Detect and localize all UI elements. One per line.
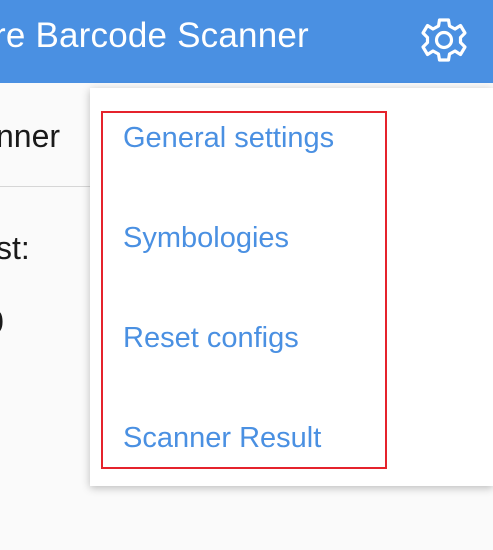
background-list-item: nner <box>0 118 61 154</box>
app-bar: re Barcode Scanner <box>0 0 493 83</box>
app-title: re Barcode Scanner <box>0 16 309 55</box>
screen: re Barcode Scanner nner st: 0 General se… <box>0 0 493 550</box>
overflow-menu: General settings Symbologies Reset confi… <box>90 88 493 486</box>
menu-item-scanner-result[interactable]: Scanner Result <box>123 422 321 455</box>
menu-item-reset-configs[interactable]: Reset configs <box>123 322 299 355</box>
menu-item-symbologies[interactable]: Symbologies <box>123 222 289 255</box>
background-value: 0 <box>0 304 4 341</box>
gear-icon <box>421 18 467 62</box>
menu-item-general-settings[interactable]: General settings <box>123 122 334 155</box>
list-divider <box>0 186 100 187</box>
settings-button[interactable] <box>412 8 476 72</box>
background-label: st: <box>0 230 30 266</box>
